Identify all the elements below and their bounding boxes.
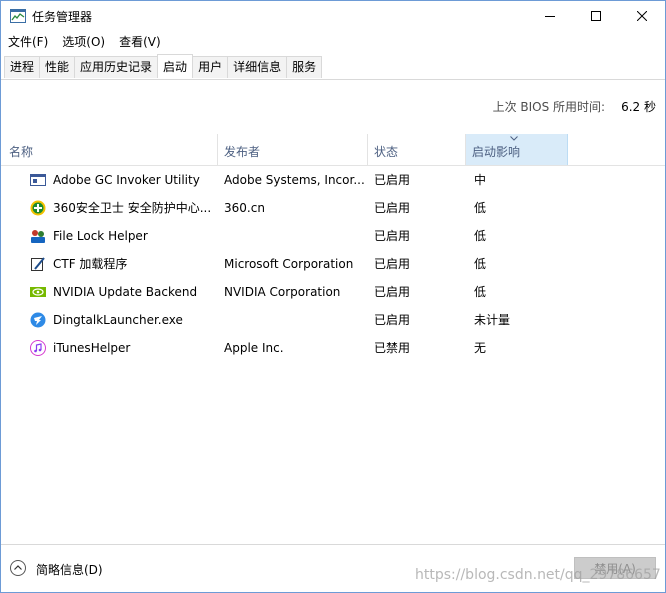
footer: 简略信息(D) 禁用(A) https://blog.csdn.net/qq_2…	[1, 544, 665, 592]
row-impact: 无	[474, 341, 487, 355]
dingtalk-icon	[30, 312, 46, 328]
row-publisher: 360.cn	[224, 201, 265, 215]
sort-chevron-icon	[510, 136, 518, 141]
row-publisher	[224, 306, 364, 334]
minimize-icon	[545, 16, 555, 17]
tab-users[interactable]: 用户	[192, 56, 229, 78]
maximize-icon	[591, 11, 601, 21]
itunes-icon	[30, 340, 46, 356]
tab-performance[interactable]: 性能	[39, 56, 76, 78]
column-header-startup-impact-label: 启动影响	[472, 145, 521, 159]
column-header-name[interactable]: 名称	[3, 134, 218, 165]
menu-file[interactable]: 文件(F)	[1, 32, 55, 52]
bios-time-label: 上次 BIOS 所用时间:	[492, 100, 606, 114]
tab-services[interactable]: 服务	[286, 56, 323, 78]
row-impact: 低	[474, 201, 487, 215]
row-publisher: NVIDIA Corporation	[224, 285, 341, 299]
table-row[interactable]: 360安全卫士 安全防护中心... 360.cn 已启用 低	[1, 194, 665, 222]
table-header: 名称 发布者 状态 启动影响	[1, 134, 665, 166]
bios-time: 上次 BIOS 所用时间: 6.2 秒	[493, 98, 656, 115]
tab-processes[interactable]: 进程	[4, 56, 41, 78]
column-header-status[interactable]: 状态	[368, 134, 466, 165]
row-status: 已启用	[374, 257, 411, 271]
close-icon	[637, 11, 647, 21]
column-header-publisher[interactable]: 发布者	[218, 134, 368, 165]
menu-options[interactable]: 选项(O)	[55, 32, 112, 52]
task-manager-window: 任务管理器 文件(F) 选项(O) 查看(V) 进程 性能 应用历史记录 启动 …	[0, 0, 666, 593]
minimize-button[interactable]	[527, 1, 573, 31]
row-status: 已禁用	[374, 341, 411, 355]
row-publisher: Adobe Systems, Incor...	[224, 173, 364, 187]
row-publisher: Microsoft Corporation	[224, 257, 354, 271]
table-row[interactable]: CTF 加载程序 Microsoft Corporation 已启用 低	[1, 250, 665, 278]
row-impact: 低	[474, 285, 487, 299]
tab-bar: 进程 性能 应用历史记录 启动 用户 详细信息 服务	[1, 54, 665, 80]
maximize-button[interactable]	[573, 1, 619, 31]
bios-time-value: 6.2 秒	[621, 100, 656, 114]
row-impact: 低	[474, 229, 487, 243]
row-publisher: Apple Inc.	[224, 341, 284, 355]
row-status: 已启用	[374, 229, 411, 243]
tab-startup[interactable]: 启动	[157, 54, 194, 78]
row-status: 已启用	[374, 285, 411, 299]
table-row[interactable]: Adobe GC Invoker Utility Adobe Systems, …	[1, 166, 665, 194]
row-name: NVIDIA Update Backend	[53, 285, 198, 299]
row-impact: 未计量	[474, 313, 511, 327]
row-status: 已启用	[374, 201, 411, 215]
row-impact: 中	[474, 173, 487, 187]
table-row[interactable]: DingtalkLauncher.exe 已启用 未计量	[1, 306, 665, 334]
table-row[interactable]: iTunesHelper Apple Inc. 已禁用 无	[1, 334, 665, 362]
task-manager-icon	[10, 9, 26, 23]
collapse-chevron-up-icon[interactable]	[10, 560, 26, 576]
row-name: File Lock Helper	[53, 229, 148, 243]
row-impact: 低	[474, 257, 487, 271]
row-name: DingtalkLauncher.exe	[53, 313, 183, 327]
row-name: CTF 加载程序	[53, 257, 128, 271]
nvidia-icon	[30, 287, 46, 297]
row-name: 360安全卫士 安全防护中心...	[53, 201, 212, 215]
startup-list: Adobe GC Invoker Utility Adobe Systems, …	[1, 166, 665, 362]
row-name: Adobe GC Invoker Utility	[53, 173, 200, 187]
row-status: 已启用	[374, 313, 411, 327]
row-name: iTunesHelper	[53, 341, 131, 355]
row-publisher	[224, 222, 364, 250]
menu-view[interactable]: 查看(V)	[112, 32, 168, 52]
ctf-icon	[31, 257, 45, 271]
360-safe-icon	[30, 200, 46, 216]
table-row[interactable]: NVIDIA Update Backend NVIDIA Corporation…	[1, 278, 665, 306]
tab-details[interactable]: 详细信息	[227, 56, 288, 78]
fewer-details-link[interactable]: 简略信息(D)	[36, 561, 103, 578]
menu-bar: 文件(F) 选项(O) 查看(V)	[1, 32, 168, 52]
row-status: 已启用	[374, 173, 411, 187]
file-lock-icon	[31, 230, 45, 243]
table-row[interactable]: File Lock Helper 已启用 低	[1, 222, 665, 250]
title-bar[interactable]: 任务管理器	[1, 1, 665, 31]
tab-app-history[interactable]: 应用历史记录	[74, 56, 159, 78]
watermark-text: https://blog.csdn.net/qq_29786657	[415, 567, 661, 583]
window-title: 任务管理器	[32, 10, 93, 24]
close-button[interactable]	[619, 1, 665, 31]
column-header-startup-impact[interactable]: 启动影响	[466, 134, 568, 165]
adobe-gc-icon	[30, 174, 46, 186]
